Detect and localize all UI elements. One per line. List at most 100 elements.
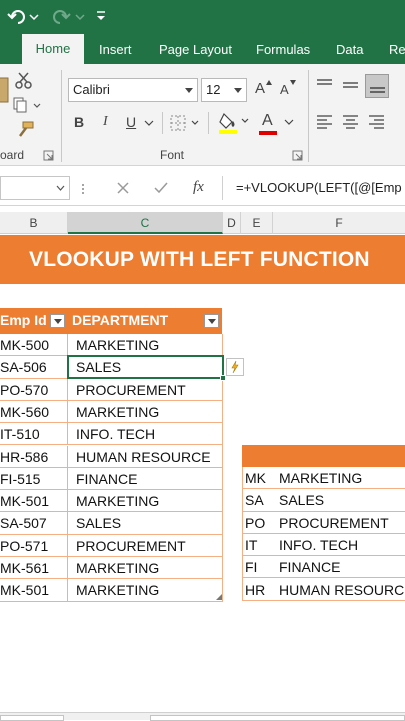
- undo-icon[interactable]: [6, 7, 40, 27]
- tab-home[interactable]: Home: [22, 34, 84, 64]
- insert-function-button[interactable]: fx: [193, 179, 204, 196]
- department-cell[interactable]: PROCUREMENT: [76, 379, 186, 401]
- column-header-c[interactable]: C: [68, 212, 223, 234]
- code-cell[interactable]: HR: [245, 579, 265, 601]
- lookup-row: PO PROCUREMENT: [242, 512, 405, 534]
- emp-id-cell[interactable]: PO-570: [0, 378, 68, 400]
- emp-id-cell[interactable]: MK-501: [0, 490, 68, 512]
- formula-bar-grip-icon[interactable]: [80, 182, 86, 196]
- lookup-row: HR HUMAN RESOURCE: [242, 579, 405, 601]
- paste-icon[interactable]: [0, 74, 12, 110]
- table-resize-handle-icon[interactable]: [216, 594, 222, 600]
- underline-button[interactable]: U: [126, 114, 136, 130]
- code-cell[interactable]: SA: [245, 489, 264, 511]
- emp-id-cell[interactable]: MK-500: [0, 334, 68, 356]
- tab-insert[interactable]: Insert: [99, 42, 132, 57]
- lookup-department-cell[interactable]: INFO. TECH: [279, 534, 358, 556]
- copy-icon[interactable]: [12, 96, 44, 114]
- tab-review[interactable]: Rev: [389, 42, 405, 57]
- department-cell[interactable]: MARKETING: [76, 557, 159, 579]
- department-cell[interactable]: MARKETING: [76, 579, 159, 601]
- bold-button[interactable]: B: [74, 114, 84, 130]
- emp-id-cell[interactable]: FI-515: [0, 467, 68, 490]
- table-row: MK-501 MARKETING: [0, 490, 222, 513]
- tab-formulas[interactable]: Formulas: [256, 42, 310, 57]
- font-color-button[interactable]: A: [262, 112, 273, 130]
- clipboard-group-label: oard: [0, 148, 25, 162]
- department-cell[interactable]: SALES: [76, 512, 121, 534]
- emp-id-filter-button[interactable]: [50, 314, 65, 328]
- sheet-tab[interactable]: [0, 715, 64, 721]
- emp-id-cell[interactable]: MK-561: [0, 557, 68, 579]
- tab-data[interactable]: Data: [336, 42, 363, 57]
- column-header-e[interactable]: E: [241, 212, 273, 234]
- format-painter-icon[interactable]: [14, 120, 36, 140]
- font-name-value: Calibri: [73, 82, 110, 97]
- department-cell[interactable]: INFO. TECH: [76, 423, 155, 445]
- font-group-label: Font: [160, 148, 185, 162]
- font-size-dropdown[interactable]: 12: [201, 78, 247, 102]
- chevron-down-icon[interactable]: [144, 120, 154, 128]
- emp-id-cell[interactable]: MK-560: [0, 400, 68, 423]
- department-cell[interactable]: HUMAN RESOURCE: [76, 446, 211, 468]
- emp-id-cell[interactable]: IT-510: [0, 423, 68, 445]
- lookup-department-cell[interactable]: PROCUREMENT: [279, 512, 389, 534]
- confirm-entry-icon[interactable]: [153, 181, 169, 195]
- table-row: IT-510 INFO. TECH: [0, 423, 222, 446]
- formula-divider: [222, 176, 223, 200]
- department-cell[interactable]: MARKETING: [76, 401, 159, 423]
- chevron-down-icon: [56, 185, 65, 191]
- code-cell[interactable]: MK: [245, 467, 266, 489]
- align-bottom-icon: [370, 87, 385, 93]
- decrease-font-size-button[interactable]: A: [280, 82, 289, 97]
- department-filter-button[interactable]: [204, 314, 219, 328]
- cut-icon[interactable]: [14, 72, 34, 90]
- emp-id-cell[interactable]: MK-501: [0, 579, 68, 601]
- emp-id-cell[interactable]: HR-586: [0, 445, 68, 467]
- code-cell[interactable]: PO: [245, 512, 265, 534]
- increase-font-size-button[interactable]: A: [255, 80, 265, 97]
- autocorrect-options-button[interactable]: [226, 358, 244, 376]
- sheet-tabs-bar: [0, 712, 405, 721]
- emp-id-cell[interactable]: PO-571: [0, 534, 68, 556]
- column-header-f[interactable]: F: [273, 212, 405, 234]
- column-header-b[interactable]: B: [0, 212, 68, 234]
- department-cell[interactable]: MARKETING: [76, 334, 159, 356]
- cancel-entry-icon[interactable]: [116, 181, 130, 195]
- customize-toolbar-icon[interactable]: [95, 10, 107, 22]
- department-cell[interactable]: MARKETING: [76, 490, 159, 512]
- department-cell[interactable]: PROCUREMENT: [76, 535, 186, 557]
- lookup-department-cell[interactable]: MARKETING: [279, 467, 362, 489]
- lookup-row: MK MARKETING: [242, 467, 405, 490]
- formula-input[interactable]: =+VLOOKUP(LEFT([@[Emp: [236, 180, 402, 195]
- selected-cell[interactable]: [67, 355, 224, 379]
- align-right-icon[interactable]: [368, 114, 386, 130]
- italic-button[interactable]: I: [103, 114, 108, 130]
- clipboard-launcher-icon[interactable]: [43, 150, 55, 162]
- table1-header: Emp Id DEPARTMENT: [0, 308, 222, 334]
- borders-icon[interactable]: [170, 114, 202, 132]
- align-middle-icon[interactable]: [342, 78, 360, 92]
- lookup-department-cell[interactable]: HUMAN RESOURCE: [279, 579, 405, 601]
- code-cell[interactable]: IT: [245, 534, 257, 556]
- lookup-department-cell[interactable]: SALES: [279, 489, 324, 511]
- department-cell[interactable]: FINANCE: [76, 468, 137, 490]
- chevron-down-icon[interactable]: [284, 119, 294, 127]
- emp-id-cell[interactable]: SA-507: [0, 512, 68, 534]
- name-box[interactable]: [0, 176, 70, 200]
- column-header-d[interactable]: D: [223, 212, 241, 234]
- lookup-row: SA SALES: [242, 489, 405, 512]
- font-launcher-icon[interactable]: [292, 150, 304, 162]
- align-top-icon[interactable]: [316, 78, 334, 92]
- horizontal-scrollbar[interactable]: [150, 715, 405, 721]
- fill-color-icon[interactable]: [218, 110, 252, 136]
- code-cell[interactable]: FI: [245, 556, 257, 578]
- tab-page-layout[interactable]: Page Layout: [159, 42, 232, 57]
- align-left-icon[interactable]: [316, 114, 334, 130]
- align-bottom-button[interactable]: [365, 74, 389, 98]
- redo-icon[interactable]: [52, 7, 86, 27]
- lookup-department-cell[interactable]: FINANCE: [279, 556, 340, 578]
- font-name-dropdown[interactable]: Calibri: [68, 78, 198, 102]
- emp-id-cell[interactable]: SA-506: [0, 356, 68, 378]
- align-center-icon[interactable]: [342, 114, 360, 130]
